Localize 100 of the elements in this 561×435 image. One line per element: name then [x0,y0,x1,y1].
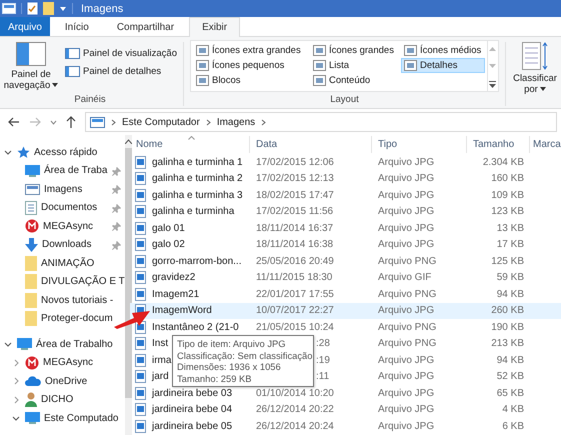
tree-item[interactable]: Documentos [41,202,98,214]
ribbon-tab[interactable]: Exibir [189,17,240,37]
scroll-up-icon[interactable] [124,139,132,144]
ribbon-tab[interactable]: Arquivo [0,17,50,36]
breadcrumb[interactable]: Este Computador [122,116,200,128]
layout-option[interactable]: Detalhes [400,58,485,73]
sort-button[interactable]: Classificar por [508,40,561,108]
file-name[interactable]: Imagem21 [152,288,200,300]
tree-item[interactable]: OneDrive [45,376,88,387]
tree-item[interactable]: MEGAsync [43,220,94,232]
file-date: :28 [316,338,330,350]
file-name[interactable]: galinha e turminha [152,206,234,218]
file-name[interactable]: jardineira bebe 04 [152,404,232,416]
file-size: 213 KB [491,338,524,350]
file-name[interactable]: galo 01 [152,222,185,234]
column-header[interactable]: Marca [530,136,561,153]
chevron-icon[interactable] [111,118,116,126]
pin-icon[interactable] [112,166,121,176]
caret-icon[interactable] [50,120,57,124]
column-header[interactable]: Tamanho [467,136,530,153]
file-name[interactable]: Instantâneo 2 (21-0 [152,322,239,333]
back-icon[interactable] [8,117,20,127]
address-bar[interactable]: Este Computador Imagens [85,112,557,132]
file-date: 10/07/2017 22:27 [256,305,334,316]
chevron-icon[interactable] [12,416,20,421]
file-type: Arquivo JPG [378,239,434,250]
layout-option[interactable]: Blocos [192,73,307,88]
tree-item[interactable]: Área de Trabalho [36,338,113,350]
chevron-icon[interactable] [4,150,12,155]
file-name[interactable]: jardineira bebe 03 [152,388,232,399]
file-name[interactable]: galo 02 [152,239,185,250]
image-file-icon [135,370,146,384]
properties-icon[interactable] [27,2,38,15]
tree-item[interactable]: Área de Traba [44,165,108,176]
up-icon[interactable] [66,116,76,128]
column-header[interactable]: Data [250,136,372,153]
file-name[interactable]: gravidez2 [152,272,196,284]
forward-icon[interactable] [29,117,41,127]
view-icon [196,60,209,71]
file-type: Arquivo JPG [378,388,434,399]
file-type: Arquivo JPG [378,305,434,316]
tree-item[interactable]: Este Computado [44,412,118,424]
tree-item[interactable]: Downloads [42,239,92,250]
file-size: 65 KB [496,388,524,399]
pictures-folder-icon [90,116,105,128]
window-title: Imagens [81,2,124,14]
file-date: :19 [316,354,330,366]
layout-option[interactable]: Ícones médios [400,43,485,58]
chevron-icon[interactable] [261,118,266,126]
column-header[interactable]: Nome [130,136,250,153]
file-type: Arquivo JPG [378,206,434,218]
file-type: Arquivo PNG [378,322,436,333]
file-name[interactable]: galinha e turminha 3 [152,190,243,201]
file-type: Arquivo JPG [378,371,434,382]
tree-item[interactable]: MEGAsync [43,357,94,368]
pin-icon[interactable] [112,185,121,194]
view-icon [312,45,326,56]
file-name[interactable]: jardineira bebe 05 [152,420,232,432]
chevron-icon[interactable] [4,342,12,347]
layout-option[interactable]: Ícones grandes [310,43,398,58]
layout-option[interactable]: Ícones pequenos [192,58,307,73]
tree-item[interactable]: DIVULGAÇÃO E T [41,276,125,288]
pin-icon[interactable] [112,204,121,212]
column-header[interactable]: Tipo [372,136,467,153]
highlighted-row[interactable]: ImagemWord 10/07/2017 22:27 Arquivo JPG 260 KB [130,302,561,319]
layout-option[interactable]: Lista [310,58,398,73]
tree-item[interactable]: Novos tutoriais - [41,294,114,306]
pin-icon[interactable] [112,222,121,231]
image-file-icon [135,222,146,235]
file-name[interactable]: jard [152,371,169,382]
layout-option[interactable]: Ícones extra grandes [192,43,307,58]
chevron-icon[interactable] [206,118,211,126]
breadcrumb[interactable]: Imagens [216,116,256,128]
image-file-icon [135,271,146,284]
pin-icon[interactable] [112,240,121,250]
file-name[interactable]: galinha e turminha 2 [152,173,243,184]
file-name[interactable]: irma [152,354,172,366]
folder-icon [25,311,37,326]
more-icon[interactable] [489,81,496,88]
file-name[interactable]: Inst [152,338,168,350]
tree-item[interactable]: Acesso rápido [34,146,98,158]
tree-item[interactable]: ANIMAÇÃO [41,258,94,269]
file-type: Arquivo PNG [378,288,436,300]
navigation-pane-button[interactable]: Painel de navegação [0,40,62,92]
file-name[interactable]: galinha e turminha 1 [152,156,243,168]
file-name[interactable]: gorro-marrom-bon... [152,256,242,267]
pane-button[interactable]: Painel de visualização [62,48,180,59]
pane-button[interactable]: Painel de detalhes [62,66,180,77]
scroll-down-icon[interactable] [489,64,496,68]
tree-item[interactable]: Imagens [44,184,82,195]
file-date: 01/10/2014 10:20 [256,388,334,399]
caret-icon[interactable] [59,6,67,12]
scrollbar[interactable] [124,135,132,435]
caret-icon [52,83,58,88]
layout-option[interactable]: Conteúdo [310,73,398,88]
tree-item[interactable]: DICHO [41,394,74,406]
tree-item[interactable]: Proteger-docum [41,313,113,324]
image-file-icon [135,254,146,268]
file-date: 26/12/2014 20:24 [256,420,334,432]
file-name[interactable]: ImagemWord [152,305,212,316]
